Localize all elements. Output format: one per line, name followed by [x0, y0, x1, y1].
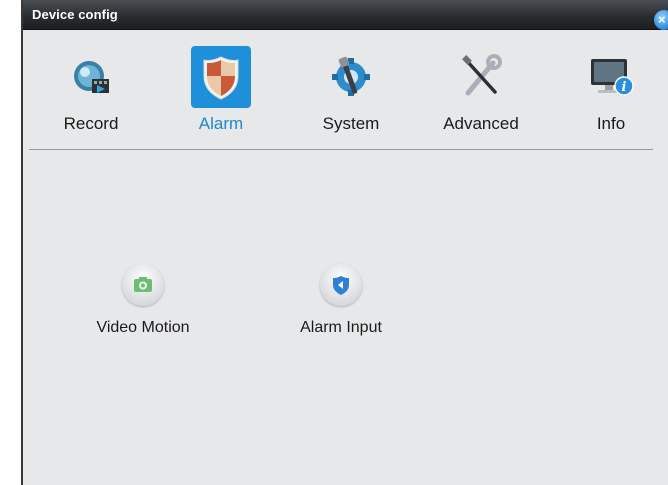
alarm-input-button[interactable]: Alarm Input	[271, 264, 411, 354]
camera-icon	[122, 264, 164, 306]
desktop-margin	[0, 0, 22, 485]
title-bar[interactable]: Device config ×	[23, 0, 668, 30]
video-motion-button[interactable]: Video Motion	[73, 264, 213, 354]
window-title: Device config	[32, 7, 118, 22]
tab-advanced[interactable]: Advanced	[426, 30, 536, 148]
alarm-input-label: Alarm Input	[300, 319, 382, 336]
tab-system[interactable]: System	[296, 30, 406, 148]
tab-alarm[interactable]: Alarm	[166, 30, 276, 148]
info-monitor-icon: i	[581, 46, 641, 108]
tab-advanced-label: Advanced	[443, 114, 519, 133]
alarm-input-icon	[320, 264, 362, 306]
tab-info[interactable]: i Info	[556, 30, 666, 148]
device-config-window: Device config × Record Alarm System Adva…	[23, 0, 668, 485]
category-tabs: Record Alarm System Advanced i Info	[23, 30, 668, 150]
tab-info-label: Info	[596, 114, 626, 133]
svg-text:i: i	[622, 80, 627, 95]
tab-system-label: System	[322, 114, 380, 133]
tab-divider	[29, 149, 653, 150]
tab-alarm-label: Alarm	[198, 114, 244, 133]
tab-record[interactable]: Record	[36, 30, 146, 148]
video-motion-label: Video Motion	[96, 319, 190, 336]
close-icon[interactable]: ×	[654, 10, 668, 30]
record-icon	[61, 46, 121, 108]
tab-record-label: Record	[63, 114, 119, 133]
system-gear-icon	[321, 46, 381, 108]
alarm-shield-icon	[191, 46, 251, 108]
advanced-tools-icon	[451, 46, 511, 108]
